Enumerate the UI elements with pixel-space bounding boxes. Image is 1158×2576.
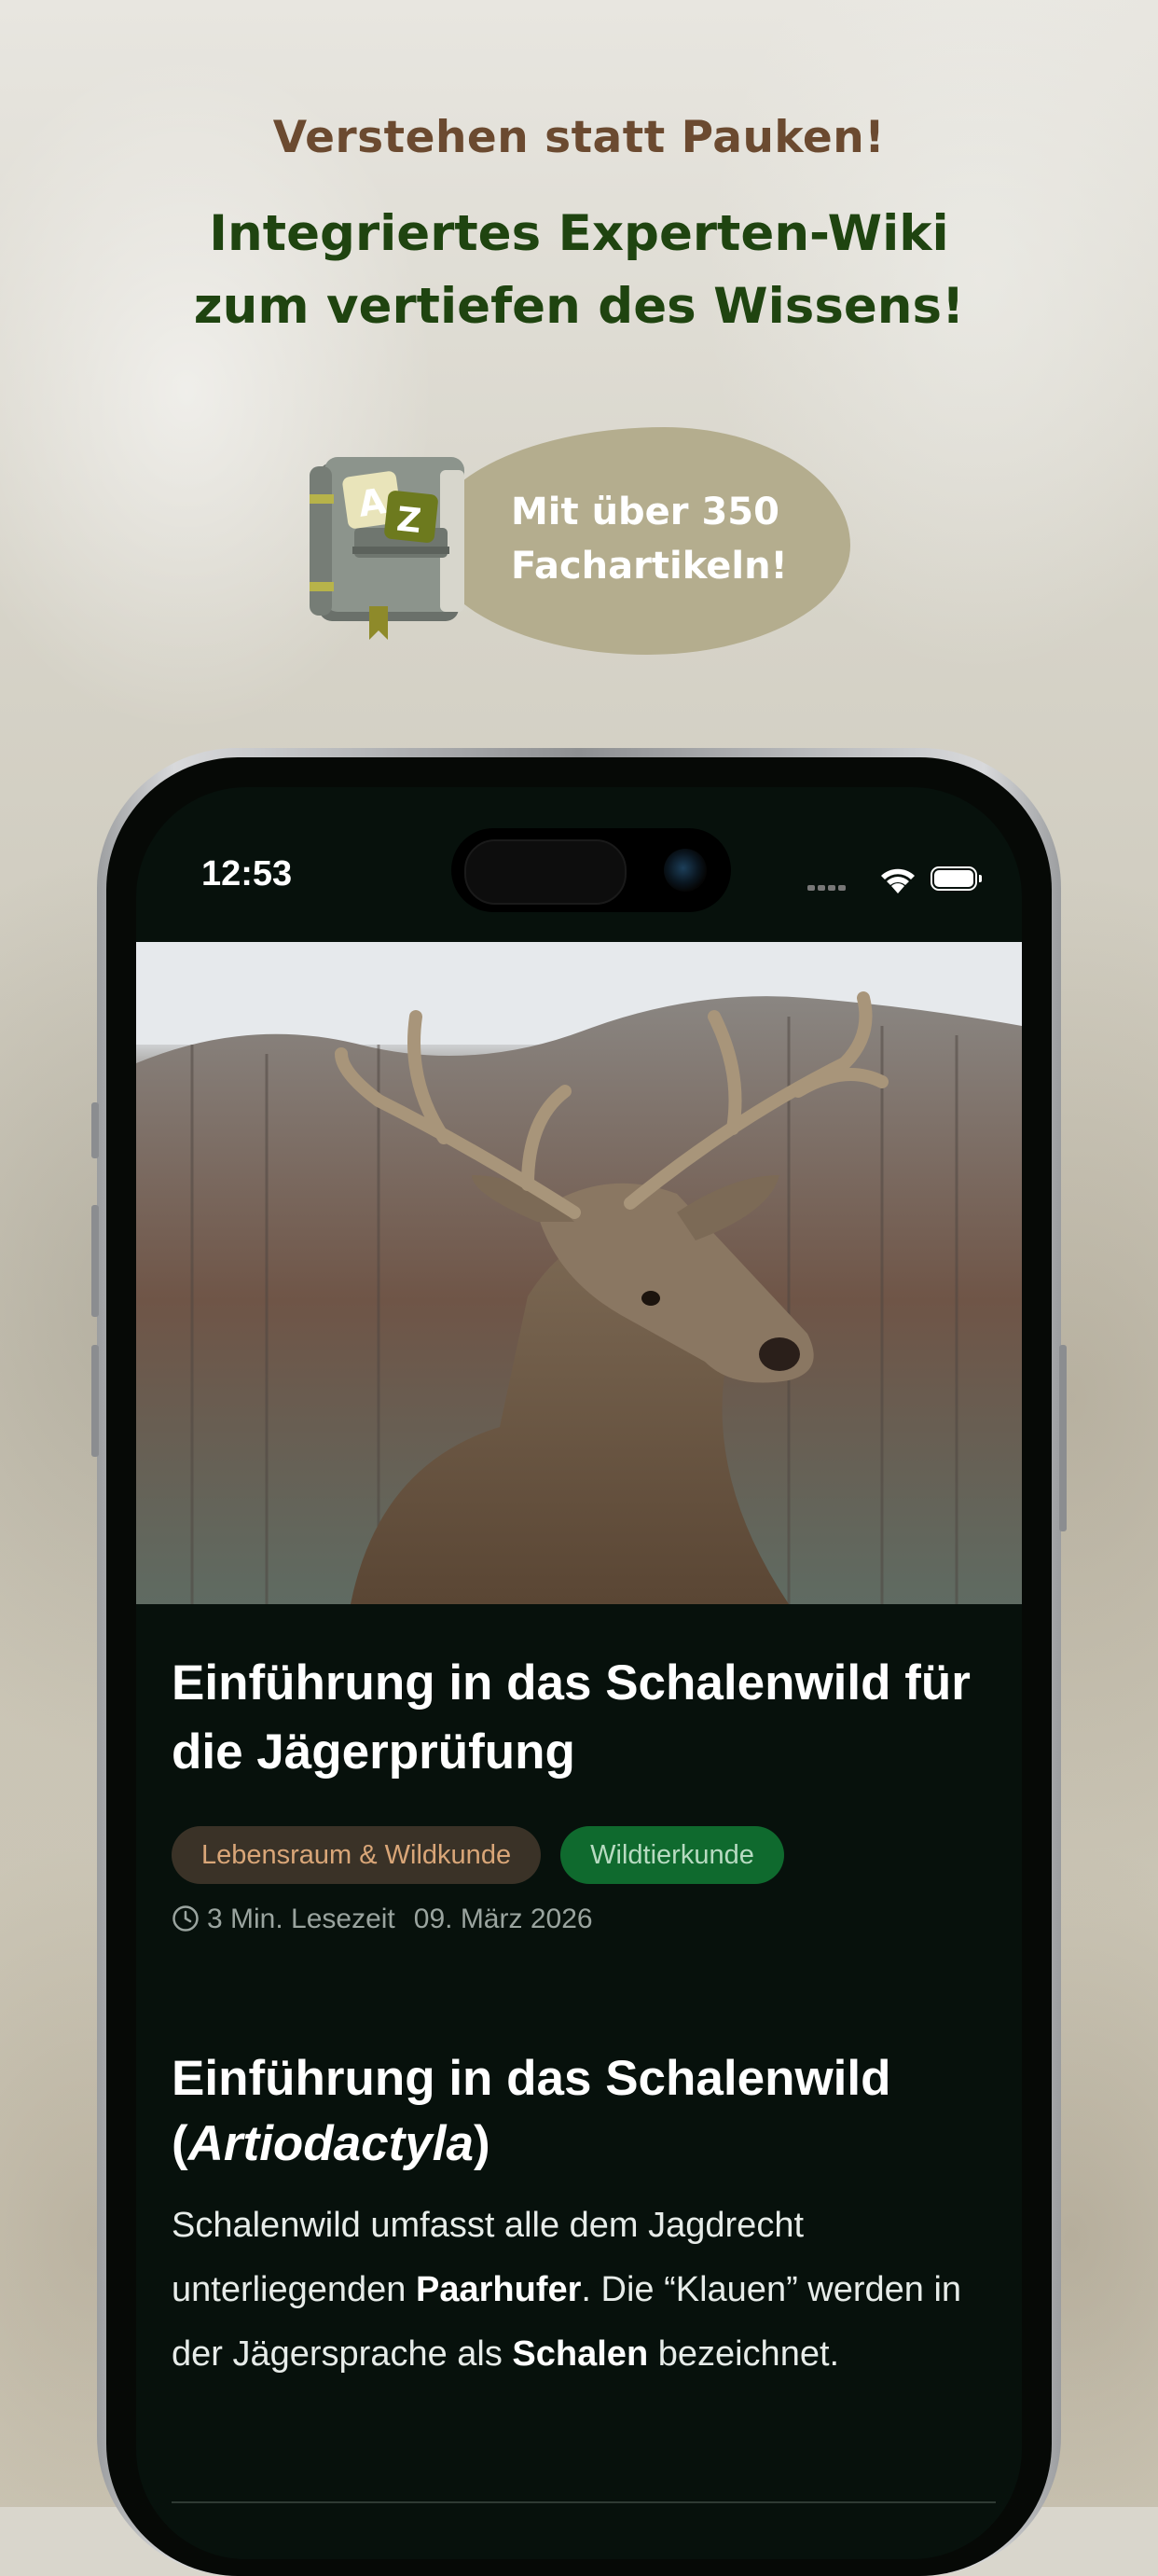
phone-side-button [1059,1345,1067,1531]
tag-wildtierkunde[interactable]: Wildtierkunde [560,1826,784,1884]
section-divider [172,2501,996,2503]
section-heading: Einführung in das Schalenwild (Artiodacty… [172,2046,992,2177]
phone-volume-down-button [91,1345,99,1457]
speech-bubble-text: Mit über 350 Fachartikeln! [511,485,828,593]
book-letter-z: Z [394,501,422,542]
publish-date: 09. März 2026 [413,1904,593,1934]
section-heading-paren-close: ) [473,2116,490,2171]
wifi-icon [881,868,915,893]
article-meta: 3 Min. Lesezeit 09. März 2026 [172,1901,992,1938]
island-pill [464,839,627,905]
article-hero-image [136,942,1022,1604]
section-heading-latin: Artiodactyla [187,2116,474,2171]
phone-frame: 12:53 Einführung in das Schalenwild für … [91,748,1067,2576]
section-heading-paren-open: ( [172,2116,188,2171]
promo-title-line-1: Integriertes Experten-Wiki [209,205,949,262]
promo-subtitle: Verstehen statt Pauken! [272,112,886,163]
phone-action-button [91,1102,99,1158]
az-book-icon: A Z [310,457,464,640]
body-bold-schalen: Schalen [512,2334,649,2374]
section-body: Schalenwild umfasst alle dem Jagdrecht u… [172,2194,992,2387]
clock-icon [172,1905,199,1932]
article-content: Einführung in das Schalenwild für die Jä… [172,1649,992,2387]
status-icons [807,864,985,895]
reading-time: 3 Min. Lesezeit [207,1904,395,1934]
cellular-signal-icon [807,877,848,894]
promo-title-line-2: zum vertiefen des Wissens! [193,278,965,335]
tag-lebensraum-wildkunde[interactable]: Lebensraum & Wildkunde [172,1826,542,1884]
dynamic-island [451,828,731,912]
body-text-3: bezeichnet. [648,2334,840,2374]
article-tags: Lebensraum & Wildkunde Wildtierkunde [172,1826,992,1884]
promo-title: Integriertes Experten-Wiki zum vertiefen… [0,198,1158,343]
body-bold-paarhufer: Paarhufer [416,2270,582,2309]
phone-volume-up-button [91,1205,99,1317]
phone-bezel: 12:53 Einführung in das Schalenwild für … [106,757,1052,2576]
bubble-line-2: Fachartikeln! [511,545,788,588]
article-title: Einführung in das Schalenwild für die Jä… [172,1655,971,1780]
status-time: 12:53 [201,854,293,893]
bubble-line-1: Mit über 350 [511,491,779,533]
front-camera-icon [664,849,707,892]
section-heading-prefix: Einführung in das Schalenwild [172,2051,891,2106]
battery-icon [931,866,982,891]
red-deer-stag-photo [136,942,1022,1604]
phone-screen: 12:53 Einführung in das Schalenwild für … [136,787,1022,2559]
